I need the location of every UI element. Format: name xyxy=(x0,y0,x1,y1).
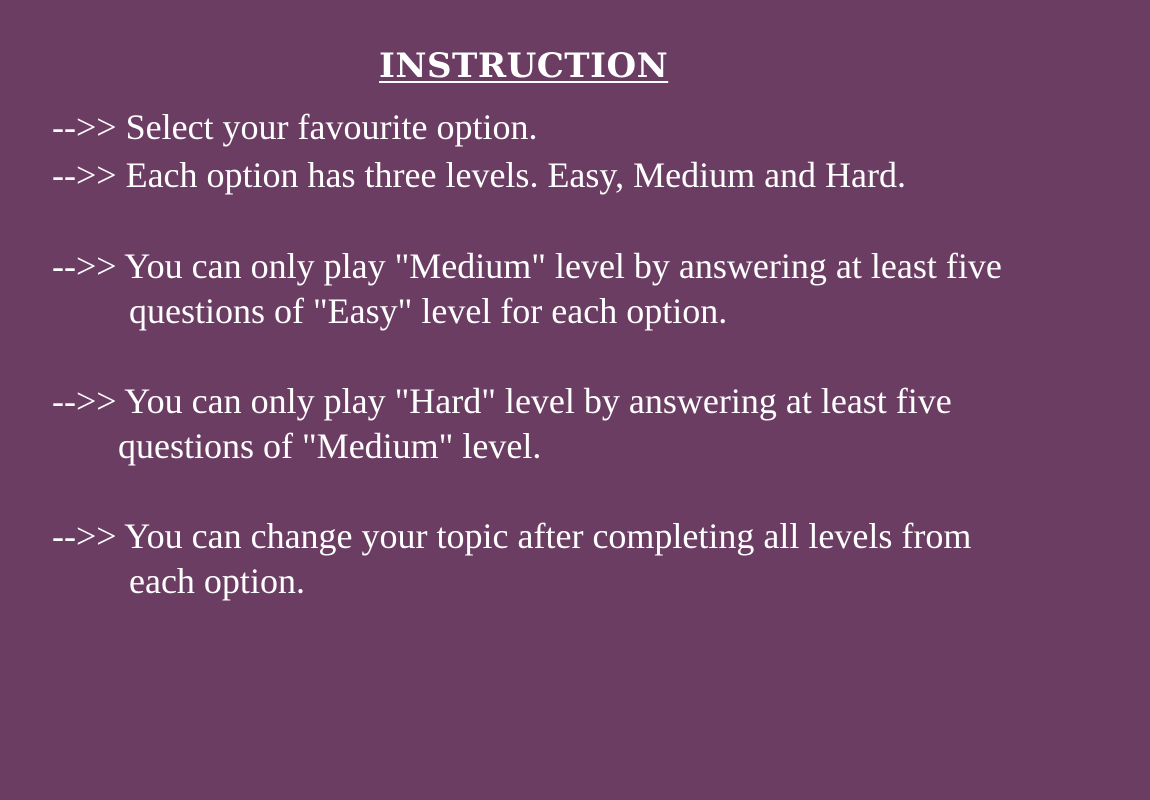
instruction-line: -->> You can only play "Medium" level by… xyxy=(52,246,1002,286)
instruction-line: -->> Select your favourite option. xyxy=(52,107,538,147)
instruction-title: INSTRUCTION xyxy=(379,46,669,86)
instruction-line-continuation: each option. xyxy=(129,561,305,601)
instruction-line: -->> You can change your topic after com… xyxy=(52,516,972,556)
instruction-line: -->> You can only play "Hard" level by a… xyxy=(52,381,952,421)
instruction-line: -->> Each option has three levels. Easy,… xyxy=(52,155,907,195)
instruction-line-continuation: questions of "Medium" level. xyxy=(118,426,542,466)
instruction-line-continuation: questions of "Easy" level for each optio… xyxy=(129,291,728,331)
